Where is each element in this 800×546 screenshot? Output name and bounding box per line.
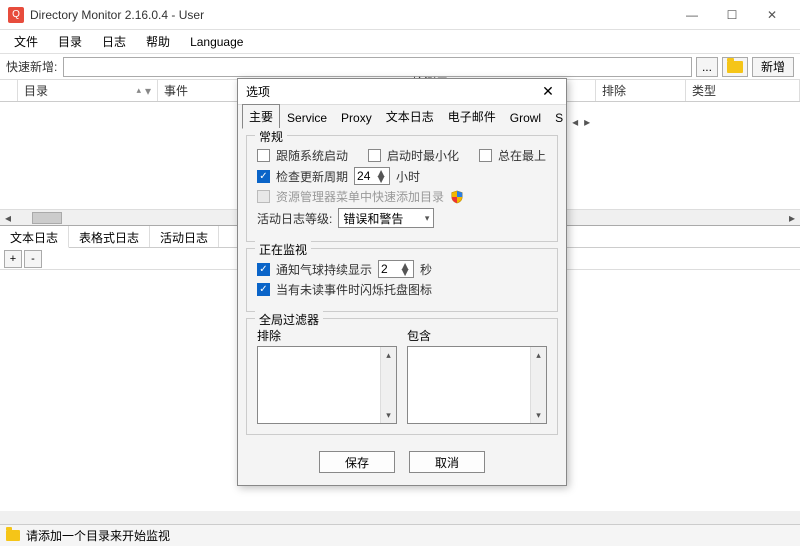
zoom-in-button[interactable]: + [4, 250, 22, 268]
close-button[interactable]: ✕ [752, 1, 792, 29]
group-general: 常规 跟随系统启动 启动时最小化 总在最上 ✓ 检查更新周期 24▲▼ 小时 资… [246, 135, 558, 242]
maximize-button[interactable]: ☐ [712, 1, 752, 29]
label-explorer: 资源管理器菜单中快速添加目录 [276, 188, 444, 205]
folder-button[interactable] [722, 57, 748, 77]
col-exclude[interactable]: 排除 [596, 80, 686, 101]
tab-growl[interactable]: Growl [503, 107, 548, 129]
label-tray: 当有未读事件时闪烁托盘图标 [276, 281, 432, 298]
dialog-tabs: 主要 Service Proxy 文本日志 电子邮件 Growl S ◂ ▸ [238, 105, 566, 129]
tab-main[interactable]: 主要 [242, 104, 280, 129]
label-autostart: 跟随系统启动 [276, 147, 348, 164]
browse-button[interactable]: ... [696, 57, 718, 77]
sort-icon: ▴ [136, 85, 141, 96]
filter-icon[interactable]: ▾ [145, 84, 151, 98]
menu-help[interactable]: 帮助 [136, 30, 180, 53]
dialog-titlebar: 选项 ✕ [238, 79, 566, 105]
window-title: Directory Monitor 2.16.0.4 - User [30, 8, 672, 22]
chk-tray[interactable]: ✓ [257, 283, 270, 296]
minimize-button[interactable]: — [672, 1, 712, 29]
chk-alwaysontop[interactable] [479, 149, 492, 162]
tab-email[interactable]: 电子邮件 [441, 104, 503, 129]
vertical-scrollbar[interactable]: ▴▾ [530, 347, 546, 423]
group-monitoring: 正在监视 ✓ 通知气球持续显示 2▲▼ 秒 ✓ 当有未读事件时闪烁托盘图标 [246, 248, 558, 312]
menu-language[interactable]: Language [180, 32, 253, 52]
spinner-icon[interactable]: ▲▼ [375, 170, 387, 182]
label-minimize: 启动时最小化 [387, 147, 459, 164]
chk-minimize[interactable] [368, 149, 381, 162]
folder-icon [727, 61, 743, 73]
scroll-down-icon[interactable]: ▾ [381, 407, 396, 423]
legend-filters: 全局过滤器 [255, 311, 323, 328]
label-updatecheck-unit: 小时 [396, 168, 420, 185]
spinner-icon[interactable]: ▲▼ [399, 263, 411, 275]
scroll-down-icon[interactable]: ▾ [531, 407, 546, 423]
chk-explorer [257, 190, 270, 203]
save-button[interactable]: 保存 [319, 451, 395, 473]
statusbar: 请添加一个目录来开始监视 [0, 524, 800, 546]
zoom-out-button[interactable]: - [24, 250, 42, 268]
col-icon[interactable] [0, 80, 18, 101]
label-loglevel: 活动日志等级: [257, 210, 332, 227]
quickadd-input[interactable] [63, 57, 692, 77]
app-icon: Q [8, 7, 24, 23]
chevron-down-icon: ▾ [425, 213, 430, 224]
scroll-left-icon[interactable]: ◂ [0, 211, 16, 225]
legend-general: 常规 [255, 128, 287, 145]
tab-table-log[interactable]: 表格式日志 [69, 226, 150, 247]
label-updatecheck: 检查更新周期 [276, 168, 348, 185]
legend-monitoring: 正在监视 [255, 241, 311, 258]
tab-proxy[interactable]: Proxy [334, 107, 379, 129]
add-button[interactable]: 新增 [752, 57, 794, 77]
label-balloon: 通知气球持续显示 [276, 261, 372, 278]
tab-more[interactable]: S [548, 107, 570, 129]
menu-file[interactable]: 文件 [4, 30, 48, 53]
chk-updatecheck[interactable]: ✓ [257, 170, 270, 183]
listbox-exclude[interactable]: ▴▾ [257, 346, 397, 424]
tab-nav: ◂ ▸ [570, 115, 592, 129]
dialog-close-button[interactable]: ✕ [538, 83, 558, 100]
quickadd-label: 快速新增: [6, 58, 57, 75]
menu-directory[interactable]: 目录 [48, 30, 92, 53]
label-balloon-unit: 秒 [420, 261, 432, 278]
uac-shield-icon [450, 190, 464, 204]
vertical-scrollbar[interactable]: ▴▾ [380, 347, 396, 423]
col-type[interactable]: 类型 [686, 80, 800, 101]
updatecheck-value[interactable]: 24▲▼ [354, 167, 390, 185]
group-filters: 全局过滤器 排除 ▴▾ 包含 ▴▾ [246, 318, 558, 435]
scroll-right-icon[interactable]: ▸ [784, 211, 800, 225]
col-directory[interactable]: 目录▴▾ [18, 80, 158, 101]
tab-service[interactable]: Service [280, 107, 334, 129]
dialog-title: 选项 [246, 83, 538, 100]
scroll-up-icon[interactable]: ▴ [531, 347, 546, 363]
listbox-include[interactable]: ▴▾ [407, 346, 547, 424]
tab-next-icon[interactable]: ▸ [582, 115, 592, 129]
tab-textlog[interactable]: 文本日志 [379, 104, 441, 129]
quickadd-bar: 快速新增: ... 新增 [0, 54, 800, 80]
balloon-value[interactable]: 2▲▼ [378, 260, 414, 278]
titlebar: Q Directory Monitor 2.16.0.4 - User — ☐ … [0, 0, 800, 30]
label-alwaysontop: 总在最上 [498, 147, 546, 164]
cancel-button[interactable]: 取消 [409, 451, 485, 473]
label-include: 包含 [407, 327, 547, 344]
status-text: 请添加一个目录来开始监视 [26, 527, 170, 544]
menu-log[interactable]: 日志 [92, 30, 136, 53]
tab-text-log[interactable]: 文本日志 [0, 226, 69, 248]
scroll-up-icon[interactable]: ▴ [381, 347, 396, 363]
folder-icon [6, 530, 20, 541]
combo-loglevel[interactable]: 错误和警告▾ [338, 208, 434, 228]
chk-autostart[interactable] [257, 149, 270, 162]
chk-balloon[interactable]: ✓ [257, 263, 270, 276]
label-exclude: 排除 [257, 327, 397, 344]
menubar: 文件 目录 日志 帮助 Language [0, 30, 800, 54]
tab-prev-icon[interactable]: ◂ [570, 115, 580, 129]
options-dialog: 选项 ✕ 主要 Service Proxy 文本日志 电子邮件 Growl S … [237, 78, 567, 486]
dialog-buttons: 保存 取消 [238, 441, 566, 485]
scroll-thumb[interactable] [32, 212, 62, 224]
tab-activity-log[interactable]: 活动日志 [150, 226, 219, 247]
